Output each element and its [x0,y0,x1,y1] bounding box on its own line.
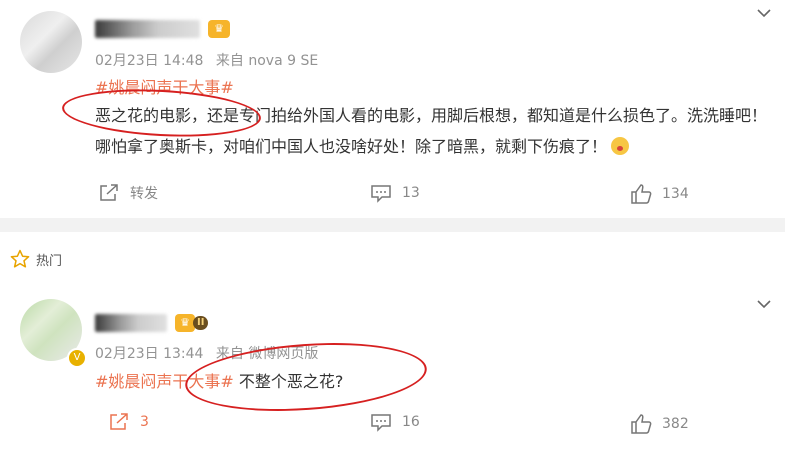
like-button[interactable]: 134 [630,184,689,204]
hashtag-link[interactable]: #姚晨闷声干大事# [95,78,234,97]
chevron-down-icon[interactable] [757,297,771,311]
comment-count: 16 [402,414,420,430]
repost-label: 转发 [130,186,158,202]
member-badge[interactable]: ♛ II [175,314,209,332]
chevron-down-icon[interactable] [757,6,771,20]
avatar[interactable] [20,11,82,73]
username[interactable] [95,20,200,38]
post-text-body: 不整个恶之花? [233,372,344,391]
post-meta: 02月23日 13:44 来自 微博网页版 [95,343,326,363]
crying-emoji-icon [611,137,630,155]
like-button[interactable]: 382 [630,414,689,434]
like-count: 134 [662,186,689,202]
post-date[interactable]: 02月23日 14:48 [95,53,203,69]
share-icon [110,413,128,430]
post-text-body: 恶之花的电影，还是专门拍给外国人看的电影，用脚后根想，都知道是什么损色了。洗洗睡… [95,106,768,156]
share-icon [100,184,118,201]
member-badge[interactable]: ♛ [208,20,230,38]
post-meta: 02月23日 14:48 来自 nova 9 SE [95,50,326,70]
crown-icon: ♛ [175,314,195,332]
username[interactable] [95,314,167,332]
hashtag-line: #姚晨闷声干大事# [95,74,234,98]
post-text: 恶之花的电影，还是专门拍给外国人看的电影，用脚后根想，都知道是什么损色了。洗洗睡… [95,100,775,162]
section-divider [0,218,785,232]
verified-badge-icon: V [67,348,87,368]
weibo-post: V ♛ II 02月23日 13:44 来自 微博网页版 #姚晨闷声干大事# 不… [0,232,785,455]
comment-icon [371,414,391,432]
repost-button[interactable]: 3 [108,412,149,432]
hashtag-link[interactable]: #姚晨闷声干大事# [95,372,234,391]
comment-button[interactable]: 16 [370,412,420,432]
post-text: #姚晨闷声干大事# 不整个恶之花? [95,368,343,392]
thumbs-up-icon [631,414,652,434]
repost-button[interactable]: 转发 [98,183,158,203]
comment-count: 13 [402,185,420,201]
post-source: 来自 nova 9 SE [215,53,319,69]
thumbs-up-icon [631,184,652,204]
repost-count: 3 [140,414,149,430]
crown-icon: ♛ [208,20,230,38]
member-level: II [193,316,209,330]
weibo-post: ♛ 02月23日 14:48 来自 nova 9 SE #姚晨闷声干大事# 恶之… [0,0,785,218]
post-date[interactable]: 02月23日 13:44 [95,346,203,362]
like-count: 382 [662,416,689,432]
post-source: 来自 微博网页版 [215,346,319,362]
comment-icon [371,185,391,203]
comment-button[interactable]: 13 [370,183,420,203]
